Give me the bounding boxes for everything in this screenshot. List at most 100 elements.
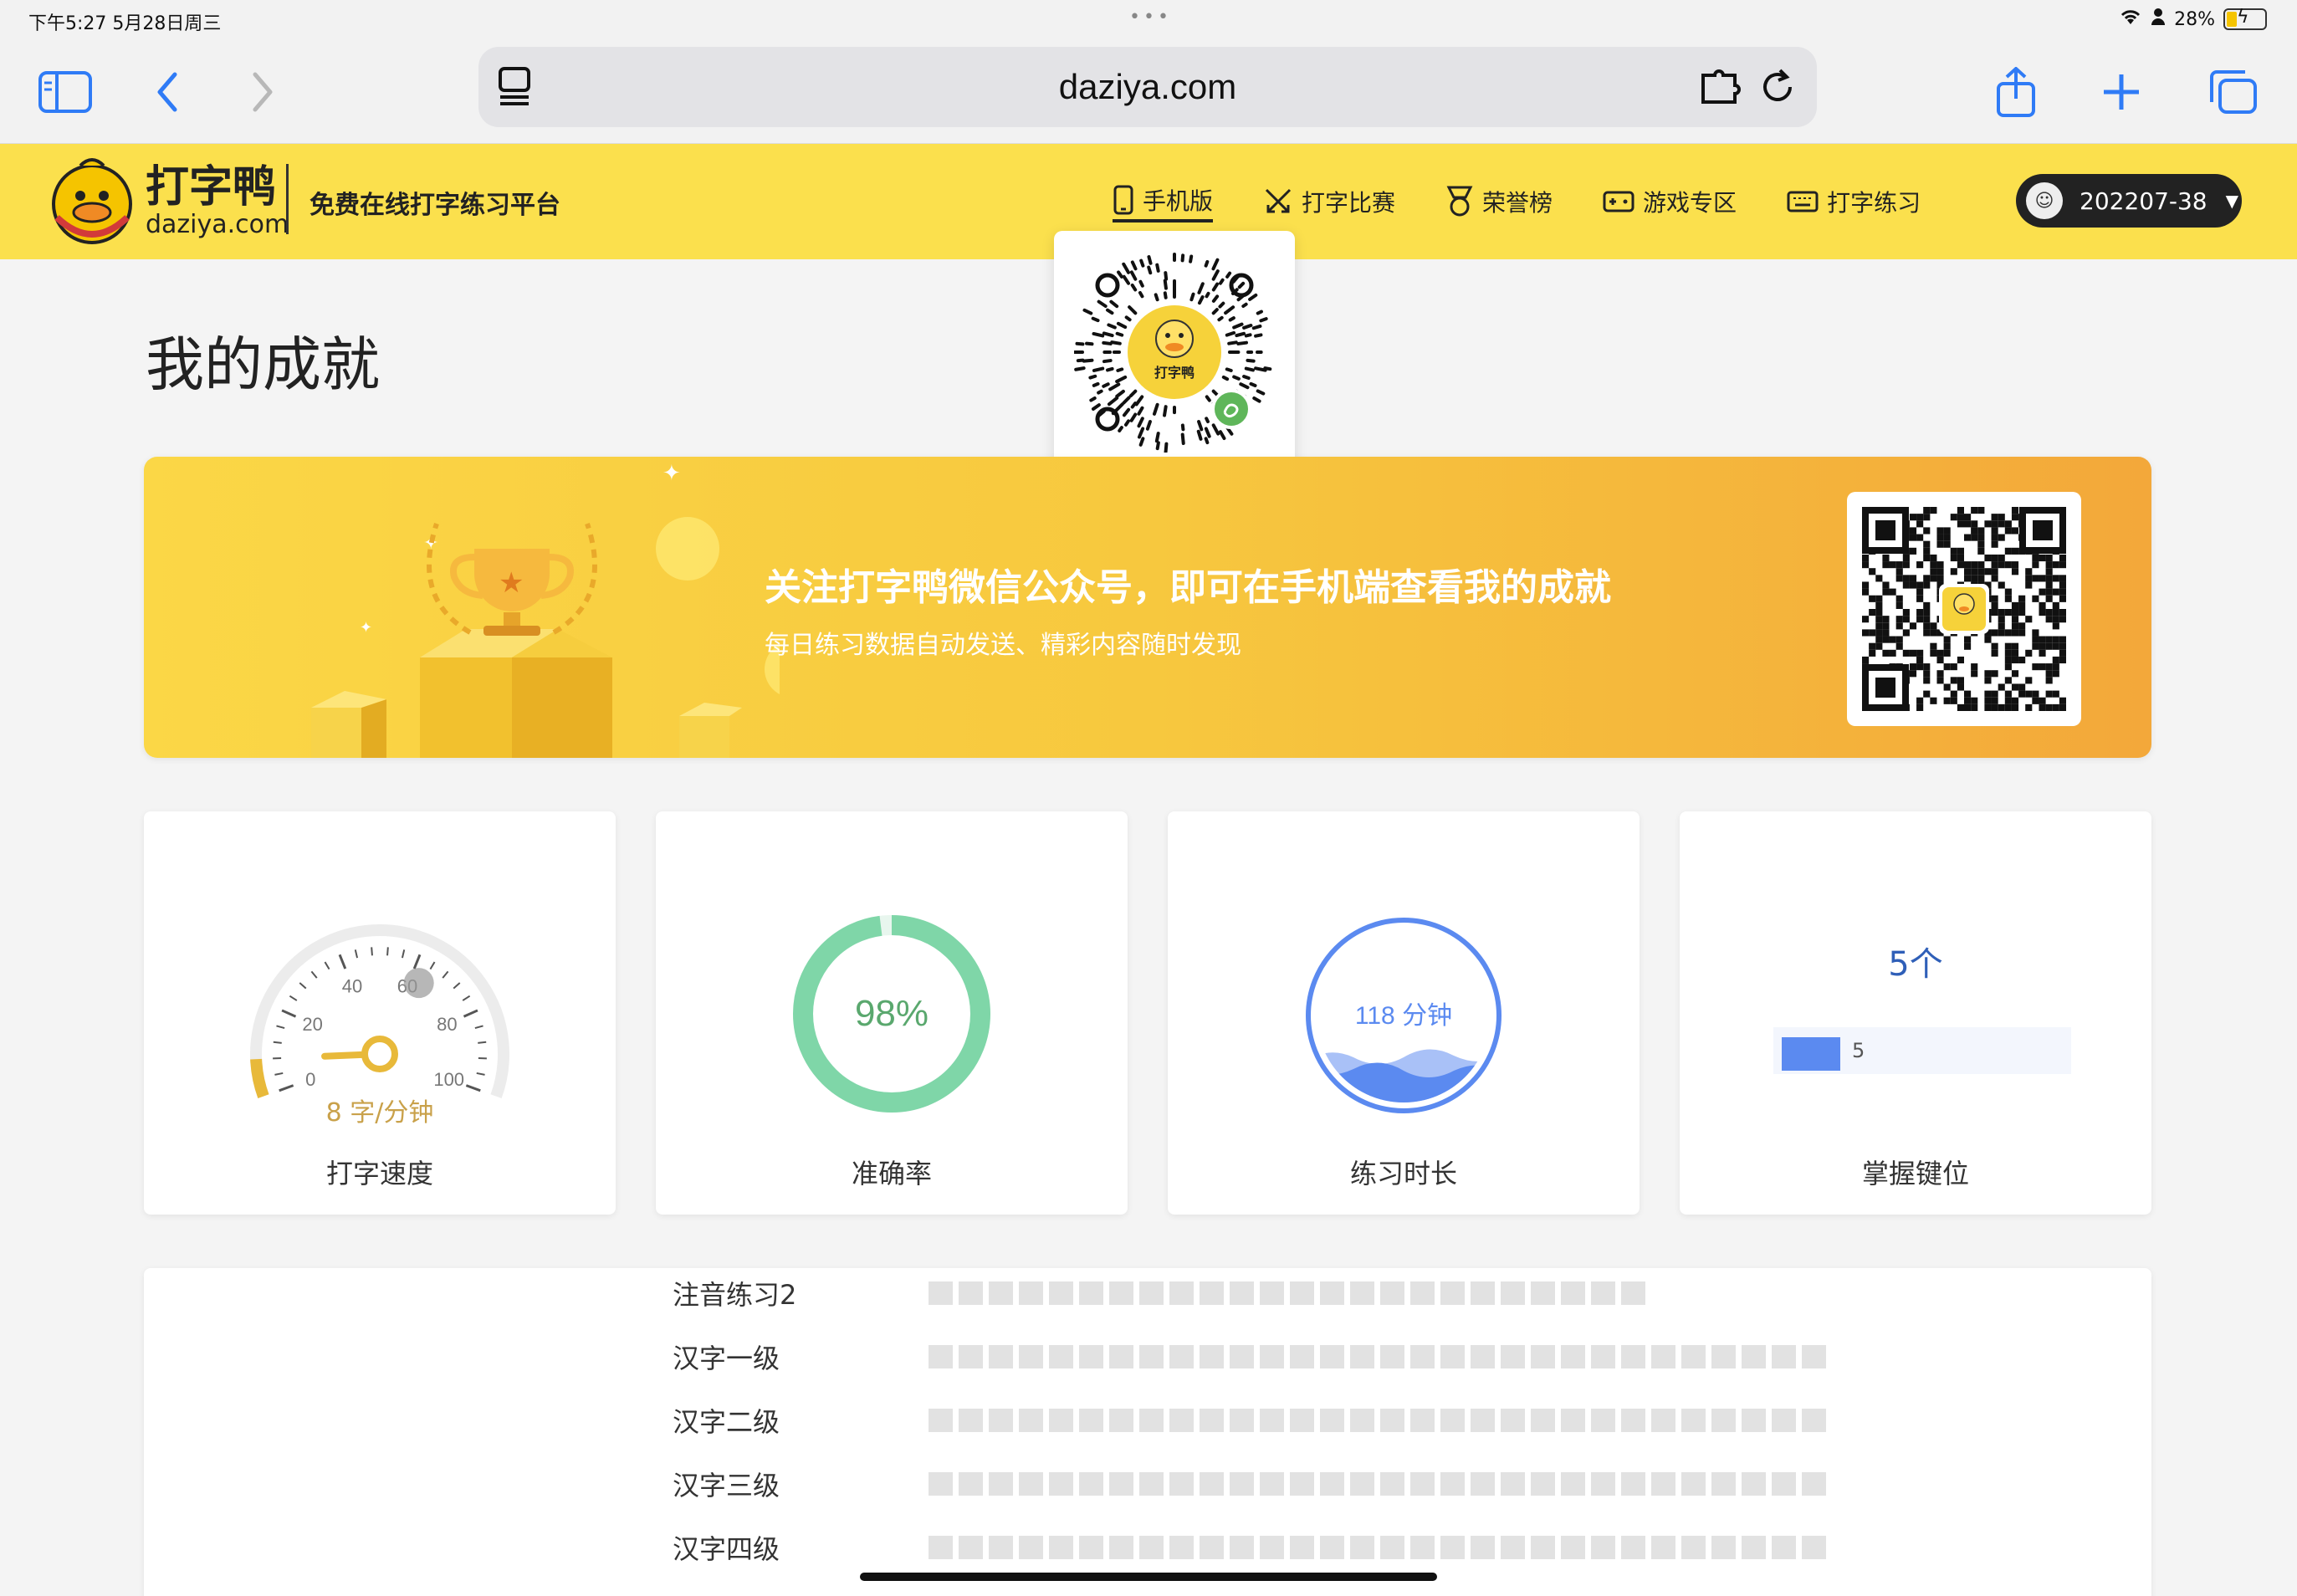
progress-block [1169, 1536, 1194, 1559]
nav-practice[interactable]: 打字练习 [1787, 181, 1921, 223]
reload-icon[interactable] [1760, 65, 1797, 110]
progress-block [1109, 1345, 1133, 1368]
gauge-value-arc [250, 1058, 269, 1099]
gauge-tick [429, 961, 436, 970]
banner-subtitle: 每日练习数据自动发送、精彩内容随时发现 [765, 631, 1241, 660]
progress-block [1531, 1281, 1555, 1305]
progress-block [1049, 1281, 1073, 1305]
progress-block [1290, 1536, 1314, 1559]
progress-block [959, 1536, 983, 1559]
nav-contest[interactable]: 打字比赛 [1263, 181, 1395, 223]
sidebar-icon[interactable] [32, 59, 99, 125]
progress-block [989, 1281, 1013, 1305]
progress-block [1591, 1536, 1615, 1559]
site-slogan: 免费在线打字练习平台 [310, 191, 560, 220]
progress-block [1681, 1536, 1706, 1559]
forward-icon[interactable] [229, 59, 296, 125]
site-logo[interactable]: 打字鸭 daziya.com [50, 156, 289, 248]
gauge-tick [453, 982, 461, 990]
progress-block [1260, 1409, 1284, 1432]
medal-icon [1446, 186, 1473, 217]
progress-block [1561, 1472, 1585, 1496]
new-tab-icon[interactable] [2088, 59, 2155, 125]
gauge-tick [338, 954, 347, 969]
mobile-qr-popup: 打字鸭 [1054, 231, 1295, 473]
gamepad-icon [1603, 191, 1635, 212]
nav-mobile[interactable]: 手机版 [1113, 181, 1214, 223]
progress-block [1531, 1472, 1555, 1496]
progress-block [1742, 1409, 1766, 1432]
address-bar[interactable]: daziya.com [478, 47, 1817, 127]
home-indicator[interactable] [860, 1573, 1437, 1581]
gauge-hub [361, 1036, 398, 1072]
progress-block [1410, 1536, 1435, 1559]
progress-block [1350, 1345, 1374, 1368]
list-item[interactable]: 汉字四级 [673, 1531, 1826, 1565]
accuracy-label: 准确率 [851, 1158, 932, 1189]
progress-block [1019, 1536, 1043, 1559]
progress-block [1711, 1536, 1736, 1559]
share-icon[interactable] [1982, 59, 2049, 125]
gauge-tick [274, 1072, 284, 1076]
progress-block [1290, 1472, 1314, 1496]
progress-block [1471, 1281, 1495, 1305]
multitask-dots-icon[interactable]: ••• [1129, 7, 1172, 28]
page-title: 我的成就 [146, 330, 380, 399]
nav-games-label: 游戏专区 [1643, 189, 1737, 217]
progress-block [1230, 1281, 1254, 1305]
keyboard-icon [1787, 191, 1819, 212]
progress-block [1681, 1472, 1706, 1496]
gauge-tick [462, 995, 471, 1001]
practice-name: 汉字一级 [673, 1343, 780, 1374]
progress-block [1200, 1536, 1224, 1559]
gauge-tick [463, 1009, 478, 1018]
progress-block [1380, 1409, 1404, 1432]
progress-block [1410, 1281, 1435, 1305]
progress-block [1591, 1281, 1615, 1305]
progress-block [1471, 1409, 1495, 1432]
tabs-overview-icon[interactable] [2200, 59, 2267, 125]
gauge-tick [386, 947, 389, 956]
nav-games[interactable]: 游戏专区 [1603, 181, 1737, 223]
qr-popup-caption: 打字鸭 [1154, 365, 1195, 381]
progress-block [1320, 1281, 1344, 1305]
gauge-tick [324, 961, 330, 970]
progress-block [1711, 1345, 1736, 1368]
back-icon[interactable] [134, 59, 201, 125]
nav-honor[interactable]: 荣誉榜 [1445, 181, 1553, 223]
progress-block [1109, 1536, 1133, 1559]
progress-block [1591, 1409, 1615, 1432]
gauge-tick [401, 949, 406, 959]
keys-value: 5个 [1888, 945, 1943, 984]
progress-block [1651, 1409, 1675, 1432]
gauge-tick [442, 970, 449, 979]
progress-block [1139, 1345, 1164, 1368]
swords-icon [1265, 188, 1292, 213]
extension-icon[interactable] [1700, 67, 1745, 109]
progress-block [1742, 1345, 1766, 1368]
progress-block [1230, 1472, 1254, 1496]
url-text[interactable]: daziya.com [478, 67, 1817, 107]
progress-block [1621, 1345, 1645, 1368]
progress-block [1711, 1409, 1736, 1432]
list-item[interactable]: 汉字二级 [673, 1404, 1826, 1438]
progress-block [1260, 1345, 1284, 1368]
duck-logo-icon [52, 158, 132, 244]
practice-name: 汉字二级 [673, 1406, 780, 1438]
progress-block [1079, 1345, 1103, 1368]
gauge-marker [403, 968, 434, 999]
progress-blocks [929, 1281, 1645, 1305]
progress-block [1230, 1536, 1254, 1559]
progress-block [1410, 1409, 1435, 1432]
gauge-tick-label: 20 [302, 1014, 322, 1035]
keys-bar-track: 5 [1773, 1027, 2071, 1074]
user-menu-button[interactable]: ☺ 202207-38 ▼ [2016, 174, 2242, 228]
progress-block [1591, 1345, 1615, 1368]
list-item[interactable]: 汉字一级 [673, 1340, 1826, 1374]
list-item[interactable]: 汉字三级 [673, 1467, 1826, 1501]
progress-block [1169, 1345, 1194, 1368]
progress-block [989, 1345, 1013, 1368]
gauge-tick-label: 40 [342, 975, 362, 996]
progress-block [1501, 1472, 1525, 1496]
list-item[interactable]: 注音练习2 [673, 1276, 1645, 1311]
